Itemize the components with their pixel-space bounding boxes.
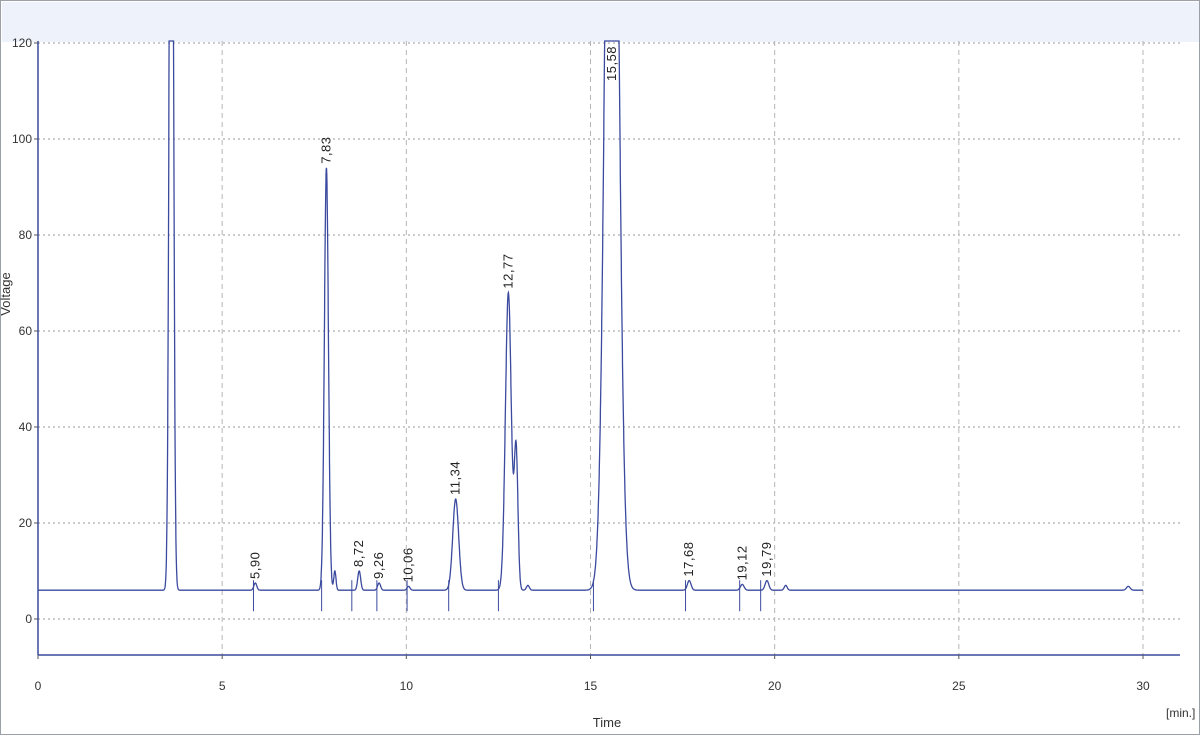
y-tick-label: 20 — [19, 516, 33, 530]
x-tick-label: 30 — [1136, 679, 1150, 693]
x-tick-label: 10 — [400, 679, 414, 693]
axes — [37, 41, 1180, 656]
peak-label: 8,72 — [351, 540, 366, 567]
peak-label: 9,26 — [371, 552, 386, 579]
grid — [38, 41, 1180, 655]
y-tick-label: 60 — [19, 324, 33, 338]
x-tick-label: 0 — [35, 679, 42, 693]
peak-labels: 5,90 7,83 8,72 9,26 10,06 11,34 12,77 15,58 17,6… — [247, 46, 774, 582]
peak-label: 19,79 — [759, 542, 774, 577]
x-tick-label: 25 — [952, 679, 966, 693]
y-tick-label: 100 — [12, 132, 32, 146]
peak-label: 17,68 — [681, 542, 696, 577]
x-axis-unit: [min.] — [1166, 706, 1195, 720]
peak-label: 7,83 — [318, 136, 333, 163]
peak-label: 11,34 — [448, 461, 463, 495]
peak-label: 12,77 — [500, 254, 515, 289]
y-axis-title: Voltage — [0, 272, 13, 315]
peak-label: 15,58 — [604, 46, 619, 81]
x-tick-label: 15 — [584, 679, 598, 693]
tick-labels: 0 20 40 60 80 100 120 0 5 10 15 20 25 30 — [12, 36, 1150, 693]
chromatogram-chart: 0 20 40 60 80 100 120 0 5 10 15 20 25 30 5,90 7,83 8,72… — [0, 36, 1195, 730]
y-tick-label: 120 — [12, 36, 32, 50]
baseline-markers — [252, 580, 762, 612]
y-tick-label: 40 — [19, 420, 33, 434]
peak-label: 10,06 — [401, 547, 416, 582]
y-tick-label: 80 — [19, 228, 33, 242]
peak-label: 5,90 — [247, 552, 262, 579]
y-tick-label: 0 — [25, 612, 32, 626]
x-tick-label: 20 — [768, 679, 782, 693]
x-tick-label: 5 — [219, 679, 226, 693]
x-axis-title: Time — [593, 715, 621, 730]
peak-label: 19,12 — [734, 545, 749, 580]
